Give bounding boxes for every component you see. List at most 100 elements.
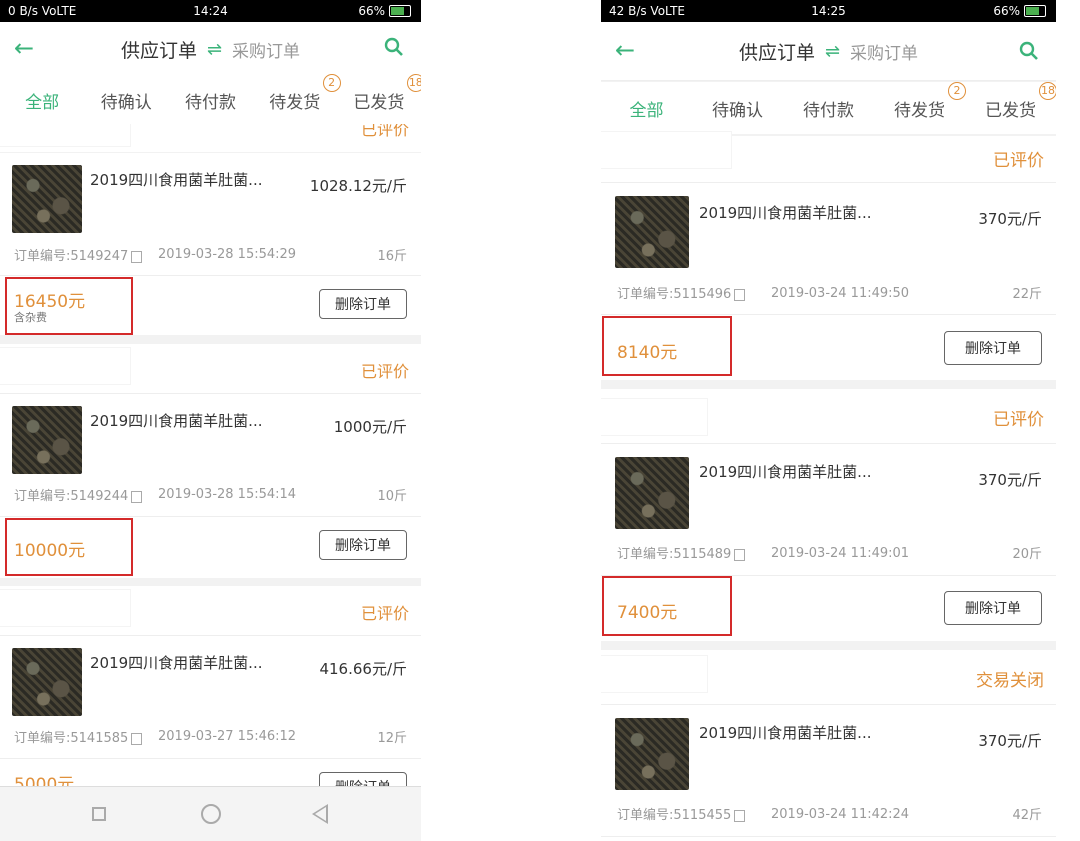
- order-time: 2019-03-28 15:54:29: [158, 247, 297, 262]
- divider: [601, 443, 1056, 444]
- product-thumbnail: [12, 648, 82, 716]
- search-icon[interactable]: [1018, 40, 1040, 62]
- back-triangle-icon[interactable]: [312, 804, 328, 824]
- product-thumbnail: [12, 406, 82, 474]
- tab-pending-ship[interactable]: 待发货 2: [253, 73, 341, 113]
- order-number: 订单编号:5141585: [14, 727, 143, 746]
- tab-all[interactable]: 全部: [0, 88, 84, 113]
- order-number: 订单编号:5149244: [14, 485, 143, 504]
- tab-shipped[interactable]: 已发货 18: [337, 73, 421, 113]
- battery-status: 66%: [993, 4, 1046, 18]
- order-quantity: 10斤: [377, 489, 407, 504]
- product-thumbnail: [12, 165, 82, 233]
- page-title[interactable]: 供应订单: [739, 38, 815, 65]
- order-number: 订单编号:5149247: [14, 245, 143, 264]
- order-quantity: 20斤: [1012, 547, 1042, 562]
- alt-title[interactable]: 采购订单: [232, 37, 300, 62]
- back-arrow-icon[interactable]: ←: [14, 34, 34, 62]
- product-name: 2019四川食用菌羊肚菌...: [699, 463, 872, 481]
- delete-order-button[interactable]: 删除订单: [319, 530, 407, 560]
- divider: [601, 836, 1056, 837]
- delete-order-button[interactable]: 删除订单: [319, 289, 407, 319]
- order-tabs: 全部 待确认 待付款 待发货 2 已发货 18: [601, 81, 1056, 134]
- unit-price: 370元/斤: [978, 732, 1042, 750]
- order-card[interactable]: 已评价 2019四川食用菌羊肚菌... 1000元/斤 订单编号:5149244…: [0, 344, 421, 578]
- highlight-box: [5, 518, 133, 576]
- tab-pending-confirm[interactable]: 待确认: [84, 88, 168, 113]
- order-quantity: 42斤: [1012, 808, 1042, 823]
- tab-pending-ship[interactable]: 待发货 2: [874, 81, 966, 121]
- tab-pending-confirm[interactable]: 待确认: [692, 96, 783, 121]
- right-screenshot: 42 B/s VoLTE 14:25 66% ← 供应订单 ⇌ 采购订单 全部 …: [601, 0, 1056, 841]
- tab-pending-ship-label: 待发货: [269, 92, 321, 113]
- copy-icon[interactable]: [131, 490, 143, 503]
- tab-shipped[interactable]: 已发货 18: [965, 81, 1056, 121]
- redacted-area: [0, 590, 130, 626]
- order-status: 已评价: [993, 410, 1044, 430]
- title-bar: ← 供应订单 ⇌ 采购订单: [0, 22, 421, 77]
- home-icon[interactable]: [201, 804, 221, 824]
- divider: [0, 275, 421, 276]
- order-number: 订单编号:5115455: [617, 804, 746, 823]
- redacted-area: [601, 399, 707, 435]
- tab-shipped-label: 已发货: [985, 100, 1036, 121]
- unit-price: 1000元/斤: [333, 418, 407, 436]
- order-tabs: 全部 待确认 待付款 待发货 2 已发货 18: [0, 73, 421, 124]
- tab-shipped-label: 已发货: [353, 92, 405, 113]
- unit-price: 416.66元/斤: [319, 660, 407, 678]
- redacted-area: [601, 656, 707, 692]
- copy-icon[interactable]: [734, 548, 746, 561]
- alt-title[interactable]: 采购订单: [850, 39, 918, 64]
- order-status: 已评价: [360, 362, 409, 381]
- page-title[interactable]: 供应订单: [121, 36, 197, 63]
- order-time: 2019-03-28 15:54:14: [158, 487, 297, 502]
- shipped-badge: 18: [406, 73, 421, 92]
- battery-status: 66%: [358, 4, 411, 18]
- search-icon[interactable]: [383, 36, 405, 58]
- copy-icon[interactable]: [131, 250, 143, 263]
- title-bar: ← 供应订单 ⇌ 采购订单: [601, 22, 1056, 81]
- order-quantity: 12斤: [377, 731, 407, 746]
- back-arrow-icon[interactable]: ←: [615, 36, 635, 64]
- redacted-area: [0, 348, 130, 384]
- copy-icon[interactable]: [734, 288, 746, 301]
- tab-pending-pay[interactable]: 待付款: [783, 96, 874, 121]
- order-card[interactable]: 2019四川食用菌羊肚菌... 1028.12元/斤 订单编号:5149247 …: [0, 153, 421, 335]
- order-number: 订单编号:5115496: [617, 283, 746, 302]
- product-name: 2019四川食用菌羊肚菌...: [699, 204, 872, 222]
- highlight-box: [5, 277, 133, 335]
- order-card[interactable]: 交易关闭 2019四川食用菌羊肚菌... 370元/斤 订单编号:5115455…: [601, 650, 1056, 841]
- tab-all[interactable]: 全部: [601, 96, 692, 121]
- battery-percent: 66%: [358, 4, 385, 18]
- swap-icon[interactable]: ⇌: [207, 39, 222, 60]
- product-name: 2019四川食用菌羊肚菌...: [90, 412, 263, 430]
- order-card-partial: 已评价: [0, 124, 421, 152]
- pending-ship-badge: 2: [948, 81, 966, 100]
- system-nav-bar: [0, 786, 421, 841]
- order-status: 已评价: [360, 124, 409, 139]
- delete-order-button[interactable]: 删除订单: [944, 591, 1042, 625]
- order-time: 2019-03-27 15:46:12: [158, 729, 297, 744]
- battery-icon: [1024, 5, 1046, 17]
- divider: [0, 516, 421, 517]
- status-bar: 0 B/s VoLTE 14:24 66%: [0, 0, 421, 22]
- recent-apps-icon[interactable]: [92, 807, 106, 821]
- tab-pending-pay[interactable]: 待付款: [168, 88, 252, 113]
- order-status: 已评价: [993, 151, 1044, 171]
- product-name: 2019四川食用菌羊肚菌...: [90, 654, 263, 672]
- order-quantity: 16斤: [377, 249, 407, 264]
- battery-icon: [389, 5, 411, 17]
- highlight-box: [602, 316, 732, 376]
- redacted-area: [601, 132, 731, 168]
- order-card[interactable]: 已评价 2019四川食用菌羊肚菌... 370元/斤 订单编号:5115489 …: [601, 389, 1056, 641]
- product-thumbnail: [615, 718, 689, 790]
- order-card[interactable]: 已评价 2019四川食用菌羊肚菌... 370元/斤 订单编号:5115496 …: [601, 132, 1056, 380]
- order-status: 已评价: [360, 604, 409, 623]
- order-number: 订单编号:5115489: [617, 543, 746, 562]
- unit-price: 370元/斤: [978, 210, 1042, 228]
- swap-icon[interactable]: ⇌: [825, 41, 840, 62]
- copy-icon[interactable]: [131, 732, 143, 745]
- copy-icon[interactable]: [734, 809, 746, 822]
- order-time: 2019-03-24 11:49:01: [771, 546, 910, 561]
- delete-order-button[interactable]: 删除订单: [944, 331, 1042, 365]
